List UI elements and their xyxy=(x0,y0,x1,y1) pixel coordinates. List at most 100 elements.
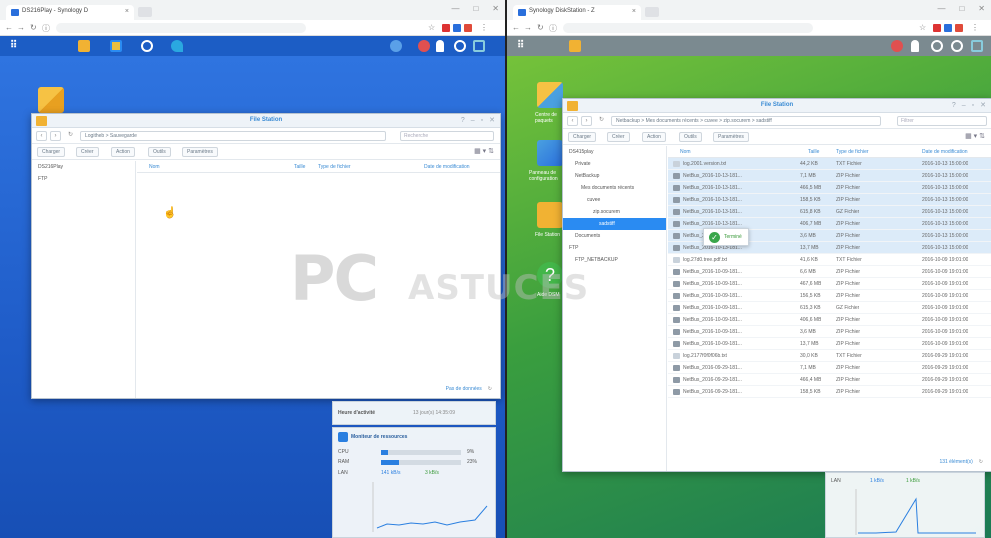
action-button[interactable]: Action xyxy=(642,132,666,142)
file-row[interactable]: NetBus_2016-10-09-181... 467,6 MB ZIP Fich… xyxy=(668,278,991,290)
extension-icon[interactable] xyxy=(955,24,963,32)
main-menu-icon[interactable]: ⠿ xyxy=(517,40,524,51)
column-type[interactable]: Type de fichier xyxy=(836,149,869,155)
file-row[interactable]: NetBus_2016-10-09-181... 406,6 MB ZIP Fich… xyxy=(668,314,991,326)
file-row[interactable]: NetBus_2016-10-13-181... 158,5 KB ZIP Fich… xyxy=(668,194,991,206)
close-window-icon[interactable]: ✕ xyxy=(978,4,985,13)
refresh-icon[interactable]: ↻ xyxy=(979,459,983,465)
path-field[interactable]: Logitheb > Sauvegarde xyxy=(80,131,386,141)
tree-item[interactable]: FTP_NETBACKUP xyxy=(563,254,666,266)
extension-icon[interactable] xyxy=(944,24,952,32)
forward-icon[interactable]: → xyxy=(524,23,532,32)
cloud-icon[interactable] xyxy=(418,40,430,52)
tree-item[interactable]: FTP xyxy=(563,242,666,254)
settings-button[interactable]: Paramètres xyxy=(713,132,749,142)
file-row[interactable]: log.2001.version.txt 44,2 KB TXT Fichier 20… xyxy=(668,158,991,170)
tree-item[interactable]: Private xyxy=(563,158,666,170)
minimize-icon[interactable]: – xyxy=(471,117,475,124)
action-button[interactable]: Action xyxy=(111,147,135,157)
file-row[interactable]: NetBus_2016-10-09-181... 615,3 KB GZ Fichi… xyxy=(668,302,991,314)
forward-icon[interactable]: → xyxy=(17,23,25,32)
back-button[interactable]: ‹ xyxy=(36,131,47,141)
close-icon[interactable]: ✕ xyxy=(980,102,986,109)
maximize-icon[interactable]: □ xyxy=(959,4,964,13)
pin-icon[interactable]: ? xyxy=(461,117,465,124)
search-input[interactable]: Recherche xyxy=(400,131,494,141)
view-mode-buttons[interactable]: ▦ ▾ ⇅ xyxy=(965,132,985,140)
tree-item[interactable]: FTP xyxy=(32,173,135,185)
file-row[interactable]: NetBus_2016-09-29-181... 158,5 KB ZIP Fich… xyxy=(668,386,991,398)
column-size[interactable]: Taille xyxy=(808,149,819,155)
tree-item[interactable]: NetBackup xyxy=(563,170,666,182)
reload-icon[interactable]: ↻ xyxy=(30,23,37,32)
options-icon[interactable] xyxy=(951,40,963,52)
column-name[interactable]: Nom xyxy=(149,164,160,170)
close-tab-icon[interactable]: × xyxy=(125,8,129,15)
column-type[interactable]: Type de fichier xyxy=(318,164,351,170)
info-icon[interactable]: ⓘ xyxy=(42,23,50,34)
file-row[interactable]: NetBus_2016-10-09-181... 6,6 MB ZIP Fichie… xyxy=(668,266,991,278)
file-row[interactable]: NetBus_2016-09-29-181... 7,1 MB ZIP Fichie… xyxy=(668,362,991,374)
column-size[interactable]: Taille xyxy=(294,164,305,170)
close-window-icon[interactable]: ✕ xyxy=(492,4,499,13)
menu-icon[interactable]: ⋮ xyxy=(480,23,488,32)
file-row[interactable]: NetBus_2016-10-09-181... 3,6 MB ZIP Fichie… xyxy=(668,326,991,338)
file-row[interactable]: NetBus_2016-10-09-181... 156,5 KB ZIP Fich… xyxy=(668,290,991,302)
url-field[interactable] xyxy=(56,23,306,33)
widgets-icon[interactable] xyxy=(473,40,485,52)
tree-item[interactable]: DS415play xyxy=(563,146,666,158)
file-row[interactable]: NetBus_2016-10-09-181... 13,7 MB ZIP Fichi… xyxy=(668,338,991,350)
reload-icon[interactable]: ↻ xyxy=(537,23,544,32)
file-row[interactable]: NetBus_2016-10-13-181... 7,1 MB ZIP Fichie… xyxy=(668,170,991,182)
minimize-icon[interactable]: – xyxy=(962,102,966,109)
package-taskbar-icon[interactable] xyxy=(110,40,122,52)
user-icon[interactable] xyxy=(436,40,444,52)
close-tab-icon[interactable]: × xyxy=(632,8,636,15)
file-row[interactable]: NetBus_2016-09-29-181... 466,4 MB ZIP Fich… xyxy=(668,374,991,386)
maximize-icon[interactable]: □ xyxy=(473,4,478,13)
path-field[interactable]: Netbackup > Mes documents récents > cuve… xyxy=(611,116,881,126)
refresh-icon[interactable]: ↻ xyxy=(596,116,607,126)
tree-item-selected[interactable]: sadstiff xyxy=(563,218,666,230)
file-station-taskbar-icon[interactable] xyxy=(78,40,90,52)
pin-icon[interactable]: ? xyxy=(952,102,956,109)
minimize-icon[interactable]: — xyxy=(937,4,945,13)
forward-button[interactable]: › xyxy=(50,131,61,141)
menu-icon[interactable]: ⋮ xyxy=(971,23,979,32)
tools-button[interactable]: Outils xyxy=(148,147,171,157)
package-center-desktop-icon[interactable] xyxy=(537,82,563,108)
file-row[interactable]: log.27d0.tree.pdf.txt 41,6 KB TXT Fichier 2… xyxy=(668,254,991,266)
column-date[interactable]: Date de modification xyxy=(424,164,470,170)
close-icon[interactable]: ✕ xyxy=(489,117,495,124)
notification-icon[interactable] xyxy=(390,40,402,52)
create-button[interactable]: Créer xyxy=(76,147,99,157)
star-icon[interactable]: ☆ xyxy=(428,23,435,32)
control-panel-desktop-icon[interactable] xyxy=(537,140,563,166)
info-icon[interactable]: ⓘ xyxy=(549,23,557,34)
edge-taskbar-icon[interactable] xyxy=(171,40,183,52)
help-desktop-icon[interactable]: ? xyxy=(537,262,563,288)
file-station-taskbar-icon[interactable] xyxy=(569,40,581,52)
extension-icon[interactable] xyxy=(442,24,450,32)
refresh-icon[interactable]: ↻ xyxy=(65,131,76,141)
filter-input[interactable]: Filtrer xyxy=(897,116,987,126)
user-icon[interactable] xyxy=(911,40,919,52)
back-icon[interactable]: ← xyxy=(5,23,13,32)
settings-button[interactable]: Paramètres xyxy=(182,147,218,157)
maximize-icon[interactable]: ▫ xyxy=(972,102,974,109)
create-button[interactable]: Créer xyxy=(607,132,630,142)
new-tab-button[interactable] xyxy=(645,7,659,17)
search-icon[interactable] xyxy=(454,40,466,52)
upload-button[interactable]: Charger xyxy=(568,132,597,142)
extension-icon[interactable] xyxy=(453,24,461,32)
minimize-icon[interactable]: — xyxy=(451,4,459,13)
star-icon[interactable]: ☆ xyxy=(919,23,926,32)
widgets-icon[interactable] xyxy=(971,40,983,52)
back-icon[interactable]: ← xyxy=(512,23,520,32)
lan-label[interactable]: LAN xyxy=(831,478,841,484)
file-station-desktop-icon[interactable] xyxy=(38,87,64,113)
new-tab-button[interactable] xyxy=(138,7,152,17)
tree-item[interactable]: DS216Play xyxy=(32,161,135,173)
main-menu-icon[interactable]: ⠿ xyxy=(10,40,17,51)
tree-item[interactable]: zip.socurem xyxy=(563,206,666,218)
